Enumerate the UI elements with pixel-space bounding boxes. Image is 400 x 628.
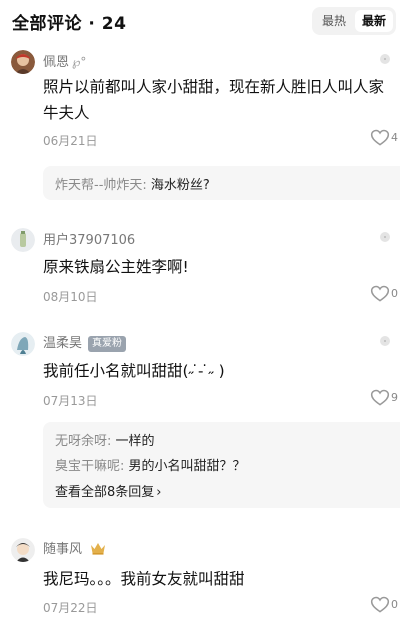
- comment-text-line: 我尼玛。。。我前女友就叫甜甜: [43, 570, 245, 588]
- heart-outline-icon: [370, 129, 390, 146]
- reply-separator: :: [120, 459, 129, 474]
- comment-text[interactable]: 我尼玛。。。我前女友就叫甜甜: [43, 566, 393, 592]
- comment-date: 08月10日: [43, 290, 98, 304]
- reply-separator: :: [107, 434, 116, 449]
- comment-date: 07月22日: [43, 601, 98, 615]
- avatar[interactable]: [11, 332, 35, 356]
- comment-date: 06月21日: [43, 134, 98, 148]
- more-dot-icon[interactable]: [380, 336, 390, 346]
- comment-text[interactable]: 原来铁扇公主姓李啊!: [43, 254, 393, 280]
- reply-item: 无呀余呀: 一样的: [55, 430, 155, 449]
- heart-outline-icon: [370, 285, 390, 302]
- chevron-right-icon: ›: [156, 485, 162, 500]
- reply-username[interactable]: 炸天帮--帅炸天: [55, 178, 142, 193]
- comment-date: 07月13日: [43, 394, 98, 408]
- comments-title: 全部评论 · 24: [12, 14, 127, 34]
- comment-text[interactable]: 照片以前都叫人家小甜甜，现在新人胜旧人叫人家 牛夫人: [43, 74, 393, 126]
- comment-text-line: 牛夫人: [43, 104, 90, 122]
- reply-text: 一样的: [115, 434, 155, 449]
- sort-toggle: 最热 最新: [312, 7, 396, 35]
- avatar[interactable]: [11, 50, 35, 74]
- username-text: 温柔昊: [43, 336, 83, 351]
- view-all-label: 查看全部8条回复: [55, 485, 155, 500]
- comment-username[interactable]: 温柔昊 真爱粉: [43, 332, 127, 352]
- like-count: 0: [391, 598, 398, 611]
- comment-item: 随事风 我尼玛。。。我前女友就叫甜甜 07月22日 0: [0, 528, 400, 628]
- reply-item: 臭宝干嘛呢: 男的小名叫甜甜？？: [55, 455, 246, 474]
- like-button[interactable]: 4: [370, 128, 400, 150]
- fan-badge: 真爱粉: [88, 336, 127, 352]
- comment-item: 温柔昊 真爱粉 我前任小名就叫甜甜(˶ ̇ ̵ ̇˶ ) 07月13日 9 无呀余…: [0, 324, 400, 520]
- like-count: 0: [391, 287, 398, 300]
- sort-new-button[interactable]: 最新: [355, 10, 393, 32]
- comment-username[interactable]: 用户37907106: [43, 229, 135, 248]
- name-decoration: ℘°: [72, 55, 87, 69]
- like-count: 9: [391, 391, 398, 404]
- comment-text-line: 我前任小名就叫甜甜(˶ ̇ ̵ ̇˶ ): [43, 362, 225, 380]
- reply-separator: :: [142, 178, 151, 193]
- comment-username[interactable]: 随事风: [43, 538, 106, 559]
- comment-username[interactable]: 佩恩 ℘°: [43, 51, 86, 70]
- like-button[interactable]: 0: [370, 595, 400, 617]
- avatar[interactable]: [11, 228, 35, 252]
- reply-username[interactable]: 臭宝干嘛呢: [55, 459, 120, 474]
- reply-box[interactable]: 无呀余呀: 一样的 臭宝干嘛呢: 男的小名叫甜甜？？ 查看全部8条回复 ›: [43, 422, 400, 508]
- comment-text-line: 照片以前都叫人家小甜甜，现在新人胜旧人叫人家: [43, 78, 385, 96]
- reply-box[interactable]: 炸天帮--帅炸天: 海水粉丝?: [43, 166, 400, 200]
- username-text: 随事风: [43, 542, 83, 557]
- crown-icon: [90, 541, 106, 559]
- more-dot-icon[interactable]: [380, 232, 390, 242]
- reply-item: 炸天帮--帅炸天: 海水粉丝?: [55, 174, 210, 193]
- reply-text: 海水粉丝?: [150, 178, 210, 193]
- like-button[interactable]: 0: [370, 284, 400, 306]
- reply-username[interactable]: 无呀余呀: [55, 434, 107, 449]
- like-button[interactable]: 9: [370, 388, 400, 410]
- more-dot-icon[interactable]: [380, 54, 390, 64]
- view-all-replies-link[interactable]: 查看全部8条回复 ›: [55, 481, 161, 500]
- comment-item: 佩恩 ℘° 照片以前都叫人家小甜甜，现在新人胜旧人叫人家 牛夫人 06月21日 4…: [0, 42, 400, 212]
- heart-outline-icon: [370, 389, 390, 406]
- comment-text[interactable]: 我前任小名就叫甜甜(˶ ̇ ̵ ̇˶ ): [43, 358, 393, 384]
- reply-text: 男的小名叫甜甜？？: [128, 459, 246, 474]
- comment-item: 用户37907106 原来铁扇公主姓李啊! 08月10日 0: [0, 220, 400, 320]
- heart-outline-icon: [370, 596, 390, 613]
- avatar[interactable]: [11, 538, 35, 562]
- sort-hot-button[interactable]: 最热: [315, 10, 353, 32]
- like-count: 4: [391, 131, 398, 144]
- username-text: 佩恩: [43, 55, 70, 70]
- comments-header: 全部评论 · 24 最热 最新: [0, 0, 400, 42]
- comment-text-line: 原来铁扇公主姓李啊!: [43, 258, 189, 276]
